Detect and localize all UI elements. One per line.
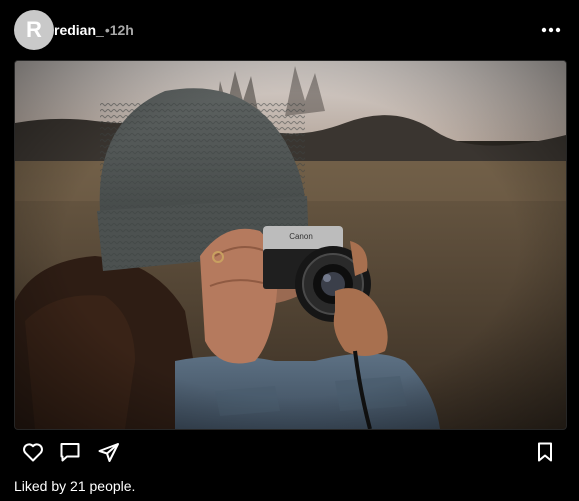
photo-illustration: Canon	[15, 61, 566, 429]
post-photo[interactable]: Canon	[14, 60, 567, 430]
comment-bubble-icon[interactable]	[58, 440, 82, 464]
more-options-button[interactable]	[539, 20, 563, 40]
more-horizontal-icon	[541, 27, 561, 33]
bookmark-icon[interactable]	[533, 440, 557, 464]
avatar[interactable]: R	[14, 10, 54, 50]
post-time: 12h	[109, 22, 134, 38]
likes-count[interactable]: Liked by 21 people.	[14, 478, 135, 494]
username[interactable]: redian_	[54, 22, 104, 38]
post-header: R redian_ • 12h	[14, 10, 565, 50]
heart-icon[interactable]	[21, 440, 45, 464]
action-bar	[14, 438, 565, 466]
paper-plane-icon[interactable]	[97, 440, 121, 464]
